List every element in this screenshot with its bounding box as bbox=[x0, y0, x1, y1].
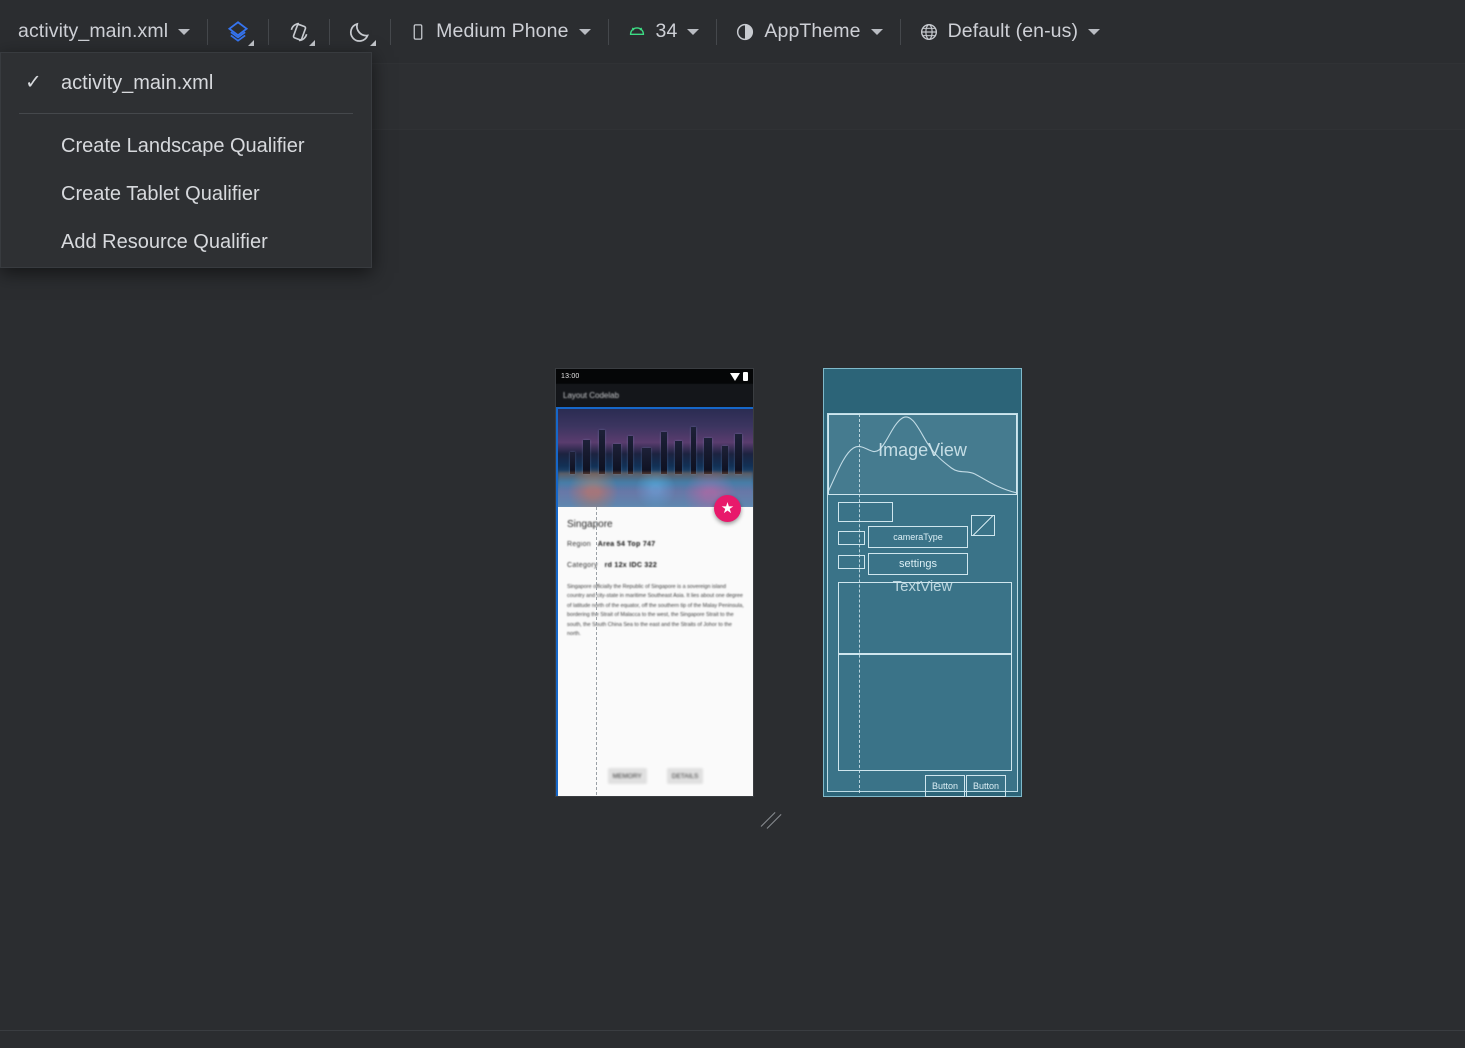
android-icon bbox=[626, 21, 648, 43]
menu-item-label: Create Tablet Qualifier bbox=[61, 183, 260, 206]
locale-selector[interactable]: Default (en-us) bbox=[908, 10, 1110, 54]
device-selector-label: Medium Phone bbox=[436, 20, 568, 43]
status-icons bbox=[730, 372, 748, 381]
android-studio-layout-editor: activity_main.xml bbox=[0, 0, 1465, 1048]
globe-icon bbox=[918, 21, 940, 43]
card-title: Singapore bbox=[567, 519, 744, 530]
wifi-icon bbox=[730, 373, 740, 381]
chevron-down-icon bbox=[248, 40, 254, 46]
blueprint-stub-box-2[interactable] bbox=[838, 531, 865, 545]
file-variant-selector[interactable]: activity_main.xml bbox=[0, 10, 200, 54]
menu-item-activity-main[interactable]: ✓ activity_main.xml bbox=[1, 59, 371, 107]
file-variant-label: activity_main.xml bbox=[18, 20, 168, 43]
locale-selector-label: Default (en-us) bbox=[948, 20, 1078, 43]
blueprint-field-settings[interactable]: settings bbox=[868, 553, 968, 575]
resize-handle[interactable] bbox=[760, 808, 782, 830]
contrast-circle-icon bbox=[734, 21, 756, 43]
blueprint-content-box[interactable] bbox=[838, 654, 1012, 771]
card-body: Singapore Region Area 54 Top 747 Categor… bbox=[558, 507, 753, 640]
menu-item-add-resource-qualifier[interactable]: Add Resource Qualifier bbox=[1, 218, 371, 266]
card-row-1-value: Area 54 Top 747 bbox=[598, 541, 656, 548]
chevron-down-icon bbox=[687, 29, 699, 35]
card-button-row: MEMORY DETAILS bbox=[558, 768, 753, 784]
app-bar: Layout Codelab bbox=[556, 384, 753, 407]
blueprint-preview[interactable]: ImageView cameraType settings TextView B… bbox=[823, 368, 1022, 797]
chevron-down-icon bbox=[178, 29, 190, 35]
card-row-1: Region Area 54 Top 747 bbox=[567, 541, 744, 548]
layout-guideline bbox=[596, 507, 597, 797]
card-row-2-label: Category bbox=[567, 562, 598, 569]
card-row-2: Category rd 12x IDC 322 bbox=[567, 562, 744, 569]
device-selector[interactable]: Medium Phone bbox=[398, 10, 600, 54]
blueprint-field-cameratype[interactable]: cameraType bbox=[868, 526, 968, 548]
status-time: 13:00 bbox=[561, 373, 580, 380]
chevron-down-icon bbox=[871, 29, 883, 35]
file-variant-menu: ✓ activity_main.xml Create Landscape Qua… bbox=[0, 52, 372, 268]
phone-icon bbox=[408, 22, 428, 42]
toolbar-divider-3 bbox=[329, 19, 330, 45]
menu-item-create-tablet-qualifier[interactable]: Create Tablet Qualifier bbox=[1, 170, 371, 218]
resize-line bbox=[761, 812, 776, 827]
night-mode-toggle[interactable] bbox=[337, 10, 383, 54]
hero-image bbox=[558, 409, 753, 507]
content-card[interactable]: ★ Singapore Region Area 54 Top 747 Categ… bbox=[556, 407, 754, 797]
card-button-memory[interactable]: MEMORY bbox=[608, 768, 647, 784]
menu-item-label: Add Resource Qualifier bbox=[61, 231, 268, 254]
menu-item-label: Create Landscape Qualifier bbox=[61, 135, 304, 158]
device-preview[interactable]: 13:00 Layout Codelab bbox=[555, 368, 754, 797]
chevron-down-icon bbox=[1088, 29, 1100, 35]
menu-item-create-landscape-qualifier[interactable]: Create Landscape Qualifier bbox=[1, 122, 371, 170]
device-status-bar: 13:00 bbox=[556, 369, 753, 384]
menu-divider bbox=[19, 113, 353, 114]
api-level-selector[interactable]: 34 bbox=[616, 10, 710, 54]
blueprint-imageview-label: ImageView bbox=[828, 440, 1017, 461]
design-surface-toggle[interactable] bbox=[215, 10, 261, 54]
blueprint-stub-box-1[interactable] bbox=[838, 502, 893, 522]
check-icon: ✓ bbox=[25, 73, 42, 93]
card-row-1-label: Region bbox=[567, 541, 591, 548]
card-button-details[interactable]: DETAILS bbox=[667, 768, 704, 784]
theme-selector[interactable]: AppTheme bbox=[724, 10, 892, 54]
blueprint-guideline bbox=[859, 414, 860, 793]
toolbar-divider-6 bbox=[716, 19, 717, 45]
battery-icon bbox=[743, 372, 748, 381]
toolbar-divider-1 bbox=[207, 19, 208, 45]
bottom-divider bbox=[0, 1030, 1465, 1031]
blueprint-root-layout[interactable]: ImageView cameraType settings TextView B… bbox=[827, 413, 1018, 792]
menu-item-label: activity_main.xml bbox=[61, 72, 213, 95]
card-row-2-value: rd 12x IDC 322 bbox=[605, 562, 657, 569]
blueprint-button-1[interactable]: Button bbox=[925, 775, 965, 797]
chevron-down-icon bbox=[579, 29, 591, 35]
app-bar-title: Layout Codelab bbox=[563, 391, 619, 400]
toolbar-divider-5 bbox=[608, 19, 609, 45]
api-level-label: 34 bbox=[656, 20, 678, 43]
blueprint-textview[interactable] bbox=[838, 582, 1012, 654]
card-paragraph: Singapore officially the Republic of Sin… bbox=[567, 583, 744, 640]
blueprint-stub-box-3[interactable] bbox=[838, 555, 865, 569]
toolbar-divider-4 bbox=[390, 19, 391, 45]
toolbar-divider-2 bbox=[268, 19, 269, 45]
orientation-toggle[interactable] bbox=[276, 10, 322, 54]
chevron-down-icon bbox=[370, 40, 376, 46]
image-asset-icon bbox=[971, 515, 995, 536]
toolbar-divider-7 bbox=[900, 19, 901, 45]
blueprint-button-2[interactable]: Button bbox=[966, 775, 1006, 797]
theme-selector-label: AppTheme bbox=[764, 20, 860, 43]
chevron-down-icon bbox=[309, 40, 315, 46]
